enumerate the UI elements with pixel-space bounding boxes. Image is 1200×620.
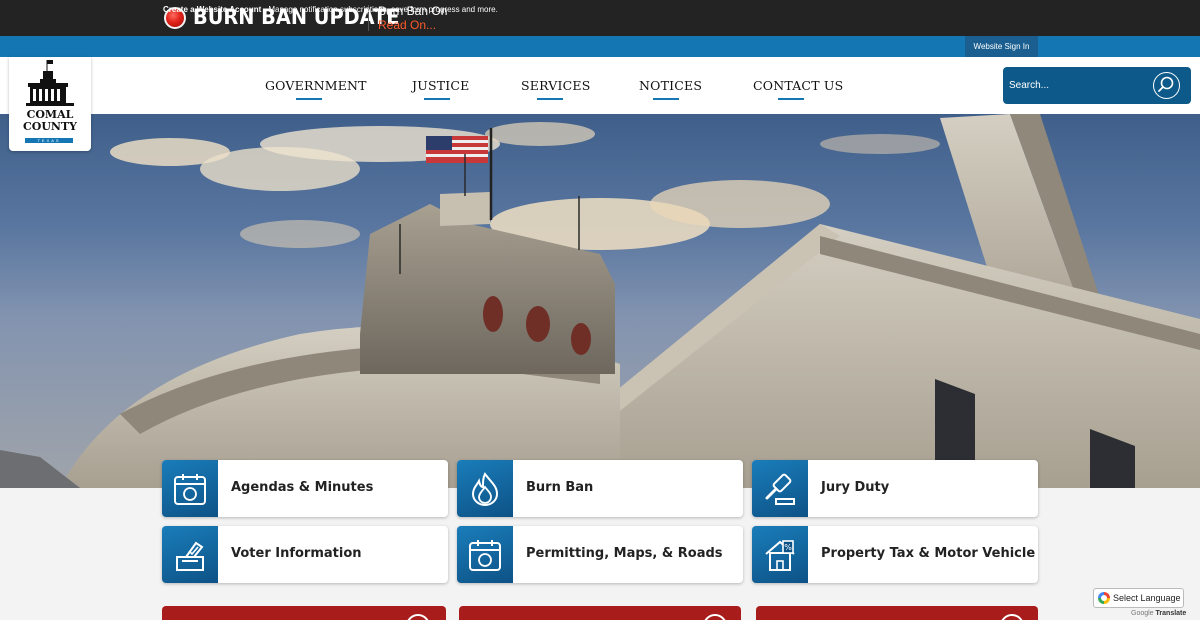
logo-text-texas: TEXAS <box>37 138 61 143</box>
quick-link-label: Voter Information <box>231 546 362 561</box>
hero-image <box>0 114 1200 488</box>
quick-link-jury-duty[interactable]: Jury Duty <box>752 460 1038 517</box>
powered-suffix: Translate <box>1155 610 1187 617</box>
quick-link-permitting[interactable]: Permitting, Maps, & Roads <box>457 526 743 583</box>
flame-icon <box>457 460 513 517</box>
gavel-icon <box>752 460 808 517</box>
quick-link-label: Burn Ban <box>526 480 594 495</box>
quick-link-label: Permitting, Maps, & Roads <box>526 546 723 561</box>
logo-texas-band: TEXAS <box>25 138 73 143</box>
nav-government[interactable]: GOVERNMENT <box>265 78 367 93</box>
quick-link-label: Jury Duty <box>821 480 890 495</box>
feature-card-2[interactable] <box>459 606 741 620</box>
calendar-icon <box>162 460 218 517</box>
nav-notices[interactable]: NOTICES <box>639 78 702 93</box>
create-account-link[interactable]: Create a Website Account <box>163 5 261 14</box>
nav-contact-us-underline <box>778 98 804 100</box>
nav-justice-underline <box>424 98 450 100</box>
search-icon <box>1158 76 1174 92</box>
quick-link-label: Property Tax & Motor Vehicle <box>821 546 1036 561</box>
courthouse-photo <box>0 114 1200 488</box>
website-sign-in-button[interactable]: Website Sign In <box>965 36 1038 57</box>
nav-contact-us[interactable]: CONTACT US <box>753 78 843 93</box>
translate-label: Select Language <box>1113 593 1181 603</box>
logo-text-comal: COMAL <box>26 108 74 121</box>
county-logo[interactable]: COMAL COUNTY TEXAS <box>9 57 91 151</box>
translate-select[interactable]: Select Language <box>1093 588 1184 608</box>
alert-read-on-link[interactable]: Read On... <box>378 18 436 32</box>
svg-text:%: % <box>784 543 792 552</box>
calendar-icon <box>457 526 513 583</box>
logo-text-county: COUNTY <box>22 120 78 133</box>
feature-card-1[interactable] <box>162 606 446 620</box>
powered-prefix: Google <box>1131 610 1154 617</box>
quick-link-property-tax[interactable]: % Property Tax & Motor Vehicle <box>752 526 1038 583</box>
nav-justice[interactable]: JUSTICE <box>412 78 469 93</box>
nav-government-underline <box>296 98 322 100</box>
nav-notices-underline <box>653 98 679 100</box>
powered-by-google-translate: Google Translate <box>1131 610 1186 617</box>
ballot-icon <box>162 526 218 583</box>
account-bar-text: Create a Website Account - Manage notifi… <box>163 5 498 14</box>
quick-link-label: Agendas & Minutes <box>231 480 374 495</box>
feature-card-3[interactable] <box>756 606 1038 620</box>
courthouse-logo-icon <box>26 60 74 106</box>
nav-services-underline <box>537 98 563 100</box>
search-input[interactable] <box>1009 75 1144 95</box>
google-g-icon <box>1098 592 1110 604</box>
house-tax-icon: % <box>752 526 808 583</box>
account-description: - Manage notification subscriptions, sav… <box>261 5 498 14</box>
nav-services[interactable]: SERVICES <box>521 78 590 93</box>
quick-link-burn-ban[interactable]: Burn Ban <box>457 460 743 517</box>
search-button[interactable] <box>1153 72 1180 99</box>
quick-link-voter-information[interactable]: Voter Information <box>162 526 448 583</box>
quick-link-agendas[interactable]: Agendas & Minutes <box>162 460 448 517</box>
